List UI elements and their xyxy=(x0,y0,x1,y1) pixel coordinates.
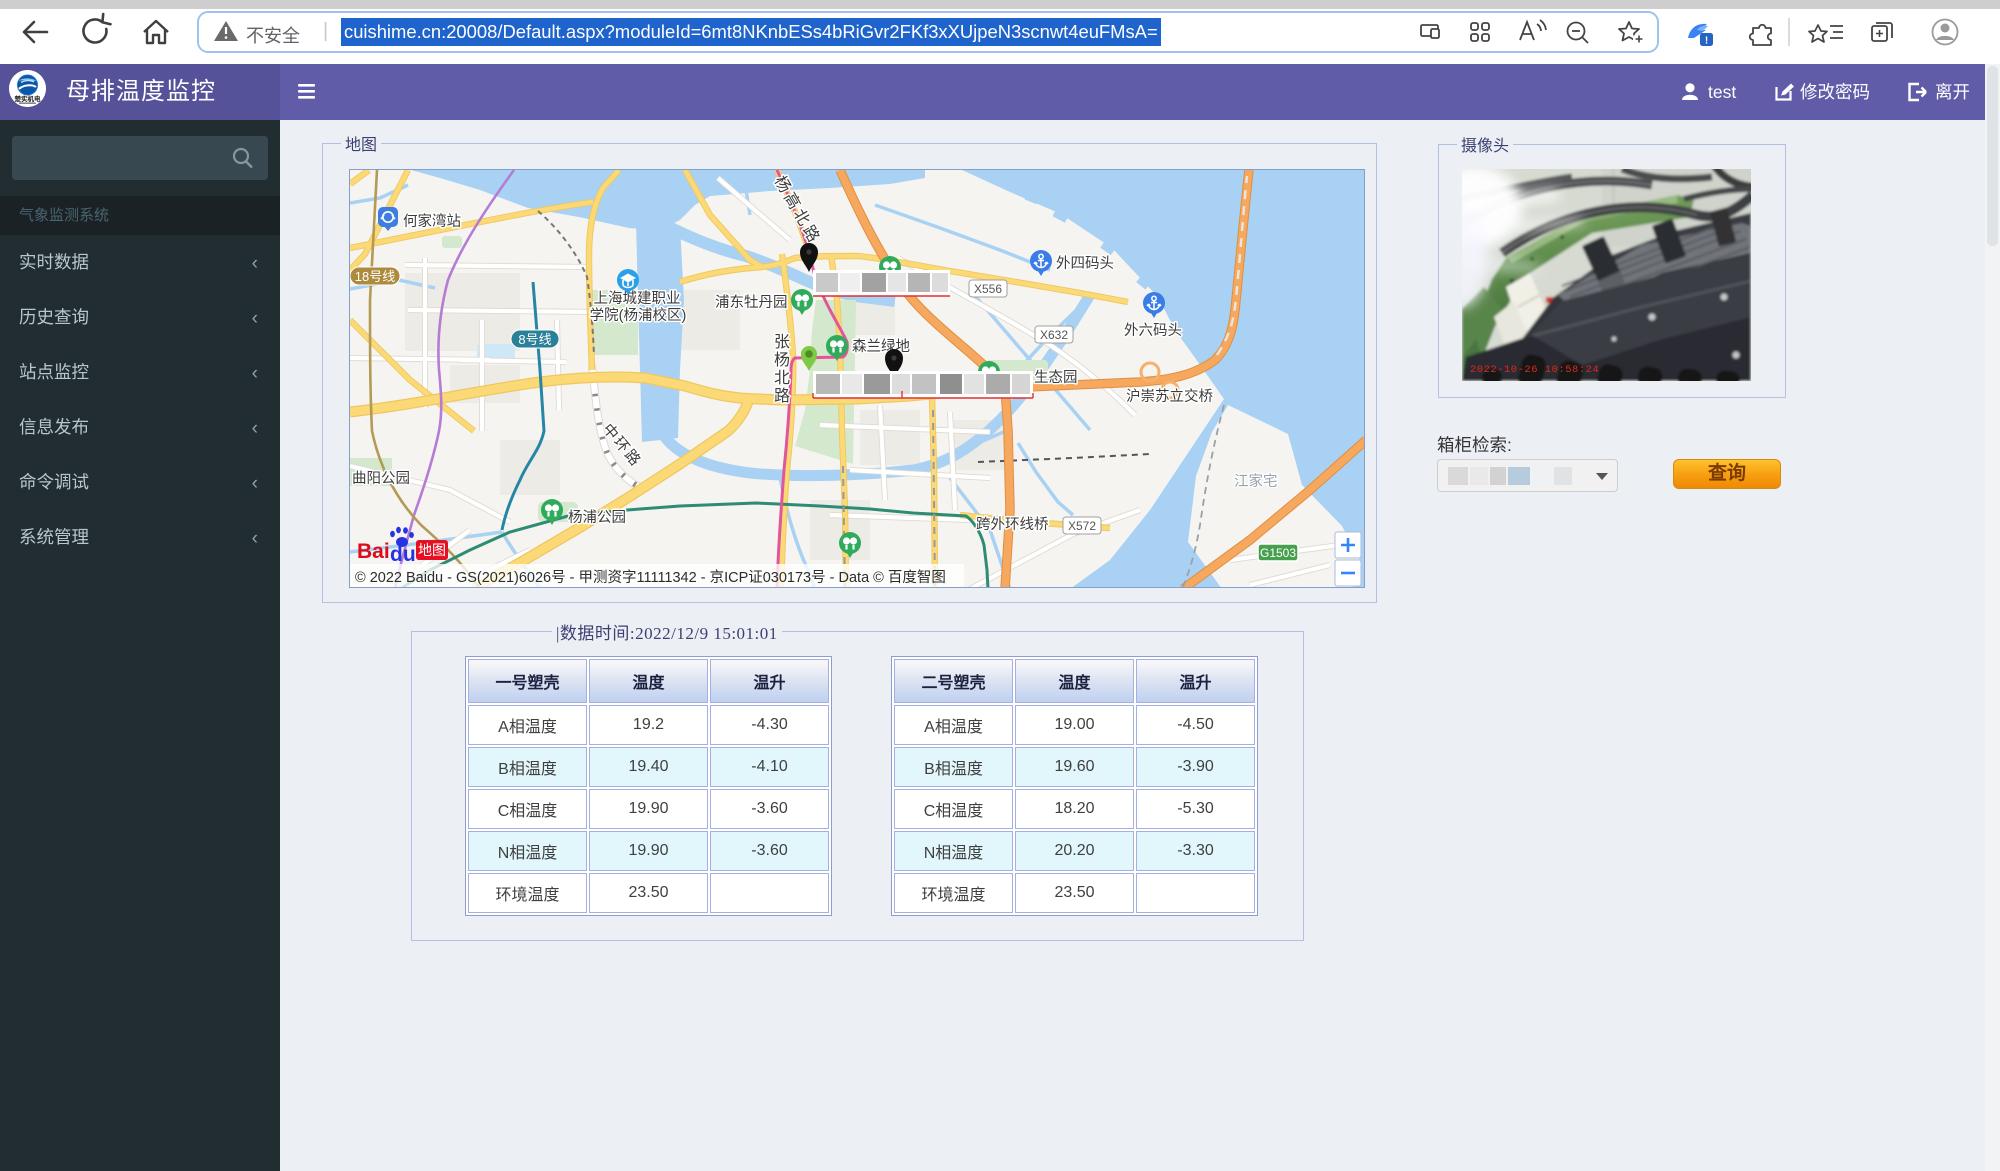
svg-text:曲阳公园: 曲阳公园 xyxy=(352,470,410,487)
svg-text:上海城建职业: 上海城建职业 xyxy=(594,290,681,307)
svg-text:8号线: 8号线 xyxy=(518,332,551,347)
svg-text:外四码头: 外四码头 xyxy=(1056,255,1114,272)
svg-text:路: 路 xyxy=(774,387,790,405)
svg-text:杨浦公园: 杨浦公园 xyxy=(568,509,626,526)
svg-text:沪崇苏立交桥: 沪崇苏立交桥 xyxy=(1126,387,1213,405)
svg-text:地图: 地图 xyxy=(418,542,446,558)
svg-text:何家湾站: 何家湾站 xyxy=(403,213,461,230)
svg-text:学院(杨浦校区): 学院(杨浦校区) xyxy=(590,307,687,324)
svg-text:G1503: G1503 xyxy=(1260,546,1296,560)
svg-text:杨: 杨 xyxy=(774,351,790,369)
svg-text:生态园: 生态园 xyxy=(1034,369,1078,386)
svg-text:X556: X556 xyxy=(974,282,1002,296)
svg-text:2022-10-26 10:58:24: 2022-10-26 10:58:24 xyxy=(1470,364,1599,376)
svg-text:!: ! xyxy=(1705,36,1708,47)
svg-text:江家宅: 江家宅 xyxy=(1234,473,1278,490)
svg-text:18号线: 18号线 xyxy=(355,269,395,284)
svg-text:北: 北 xyxy=(774,369,790,387)
svg-text:Bai: Bai xyxy=(357,540,390,563)
svg-text:浦东牡丹园: 浦东牡丹园 xyxy=(715,294,788,311)
svg-text:X572: X572 xyxy=(1068,519,1096,533)
svg-text:X632: X632 xyxy=(1040,328,1068,342)
svg-text:森兰绿地: 森兰绿地 xyxy=(852,338,910,355)
svg-text:张: 张 xyxy=(774,333,790,351)
svg-text:© 2022 Baidu - GS(2021)6026号 -: © 2022 Baidu - GS(2021)6026号 - 甲测资字11111… xyxy=(355,569,946,586)
svg-text:跨外环线桥: 跨外环线桥 xyxy=(976,516,1049,533)
svg-text:外六码头: 外六码头 xyxy=(1124,322,1182,339)
